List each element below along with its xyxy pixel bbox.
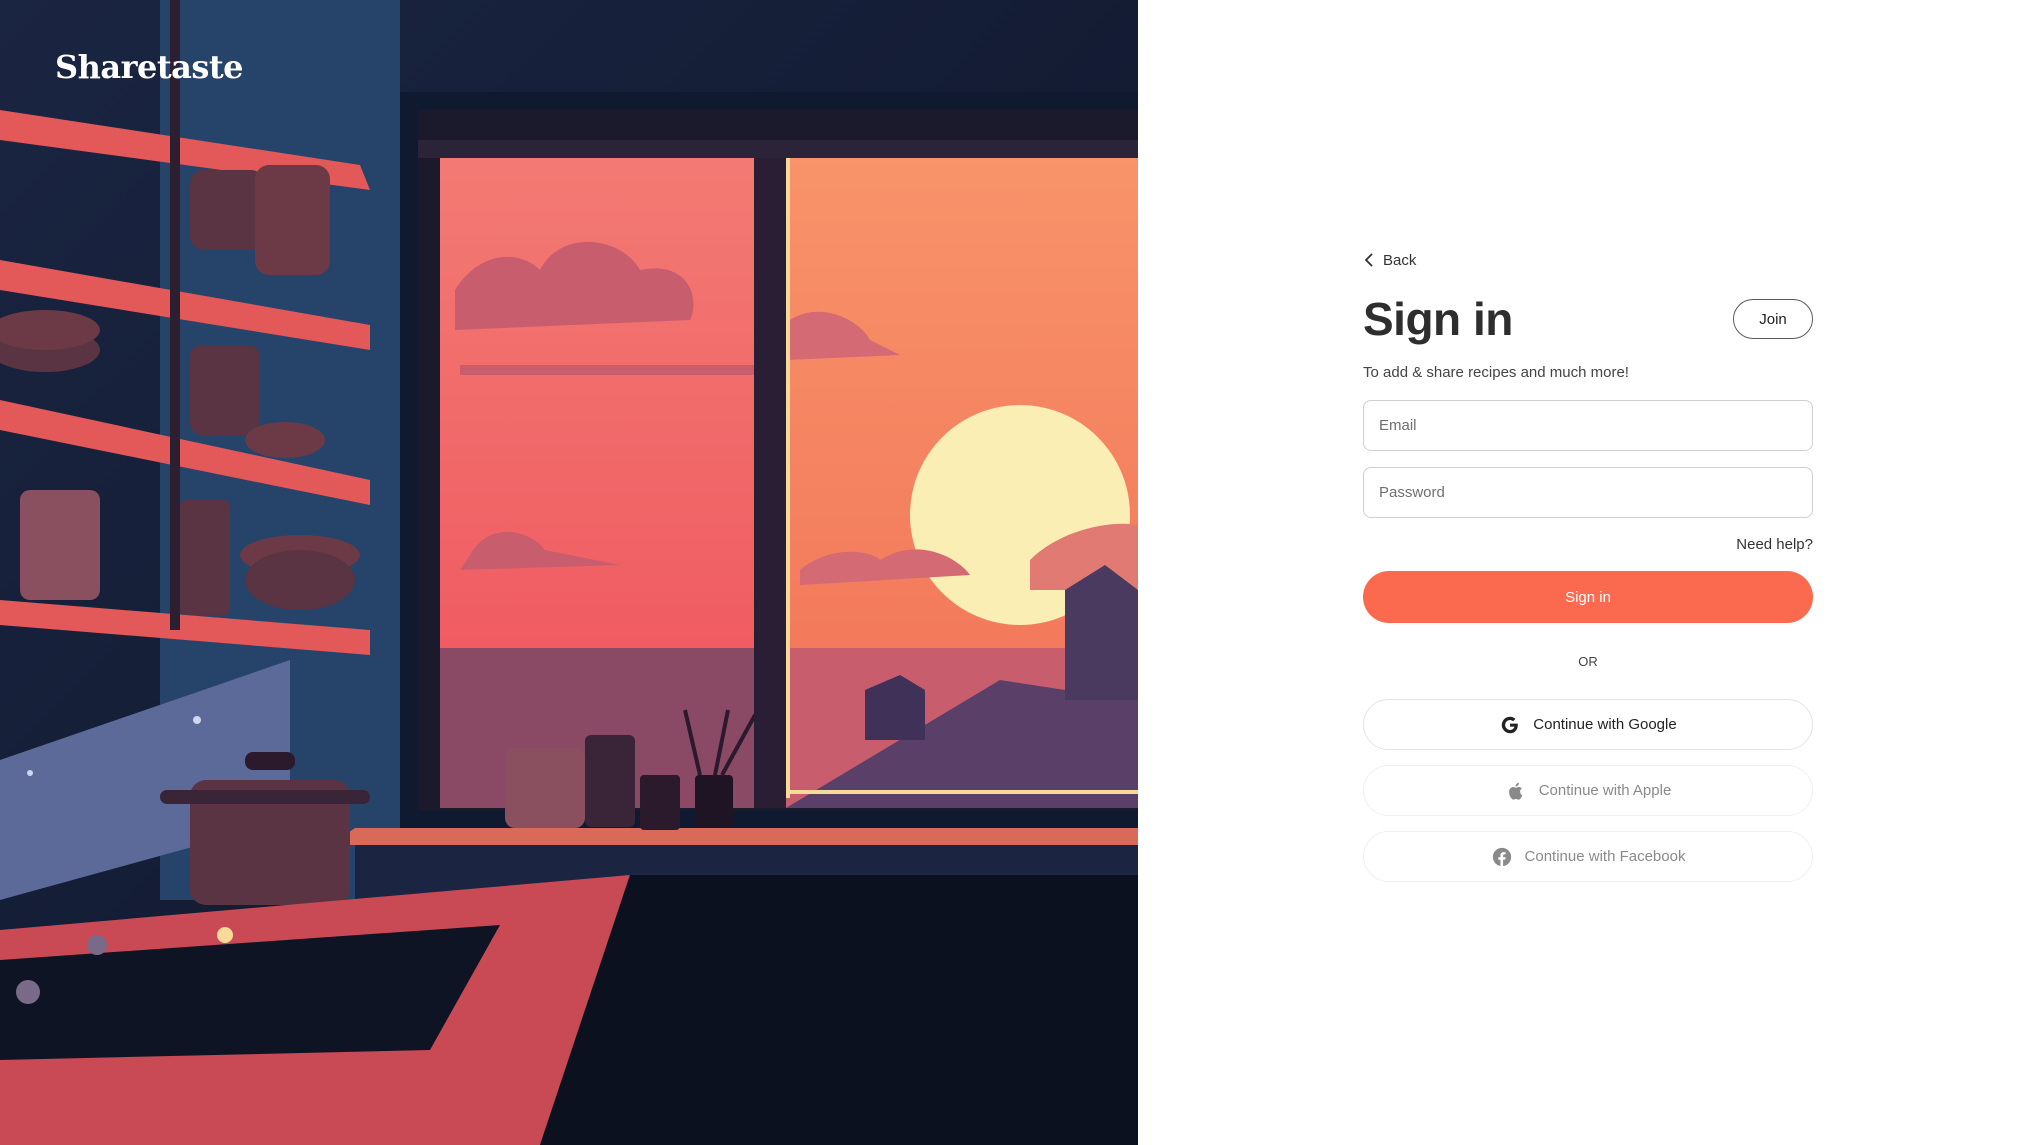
title-row: Sign in Join: [1363, 292, 1813, 346]
or-divider: OR: [1578, 654, 1598, 669]
back-link[interactable]: Back: [1363, 245, 1813, 275]
continue-with-facebook-button[interactable]: Continue with Facebook: [1363, 831, 1813, 882]
page-title: Sign in: [1363, 293, 1513, 345]
brand-logo[interactable]: Sharetaste: [55, 48, 244, 86]
kitchen-sunset-illustration: [0, 0, 1138, 1145]
apple-label: Continue with Apple: [1538, 782, 1672, 799]
password-field[interactable]: [1363, 467, 1813, 518]
signin-button[interactable]: Sign in: [1363, 571, 1813, 623]
facebook-label: Continue with Facebook: [1524, 848, 1686, 865]
continue-with-apple-button[interactable]: Continue with Apple: [1363, 765, 1813, 816]
email-field[interactable]: [1363, 400, 1813, 451]
help-row: Need help?: [1363, 536, 1813, 553]
google-label: Continue with Google: [1533, 716, 1677, 733]
apple-icon: [1508, 782, 1522, 800]
join-button[interactable]: Join: [1733, 299, 1813, 339]
page-subtitle: To add & share recipes and much more!: [1363, 364, 1629, 381]
signin-form: Back Sign in Join To add & share recipes…: [1363, 245, 1813, 882]
back-label: Back: [1383, 251, 1417, 269]
chevron-left-icon: [1364, 253, 1373, 267]
google-icon: [1502, 716, 1519, 733]
signin-panel: Back Sign in Join To add & share recipes…: [1138, 0, 2038, 1145]
need-help-link[interactable]: Need help?: [1736, 536, 1813, 553]
continue-with-google-button[interactable]: Continue with Google: [1363, 699, 1813, 750]
facebook-icon: [1492, 847, 1511, 866]
hero-illustration: Sharetaste: [0, 0, 1138, 1145]
